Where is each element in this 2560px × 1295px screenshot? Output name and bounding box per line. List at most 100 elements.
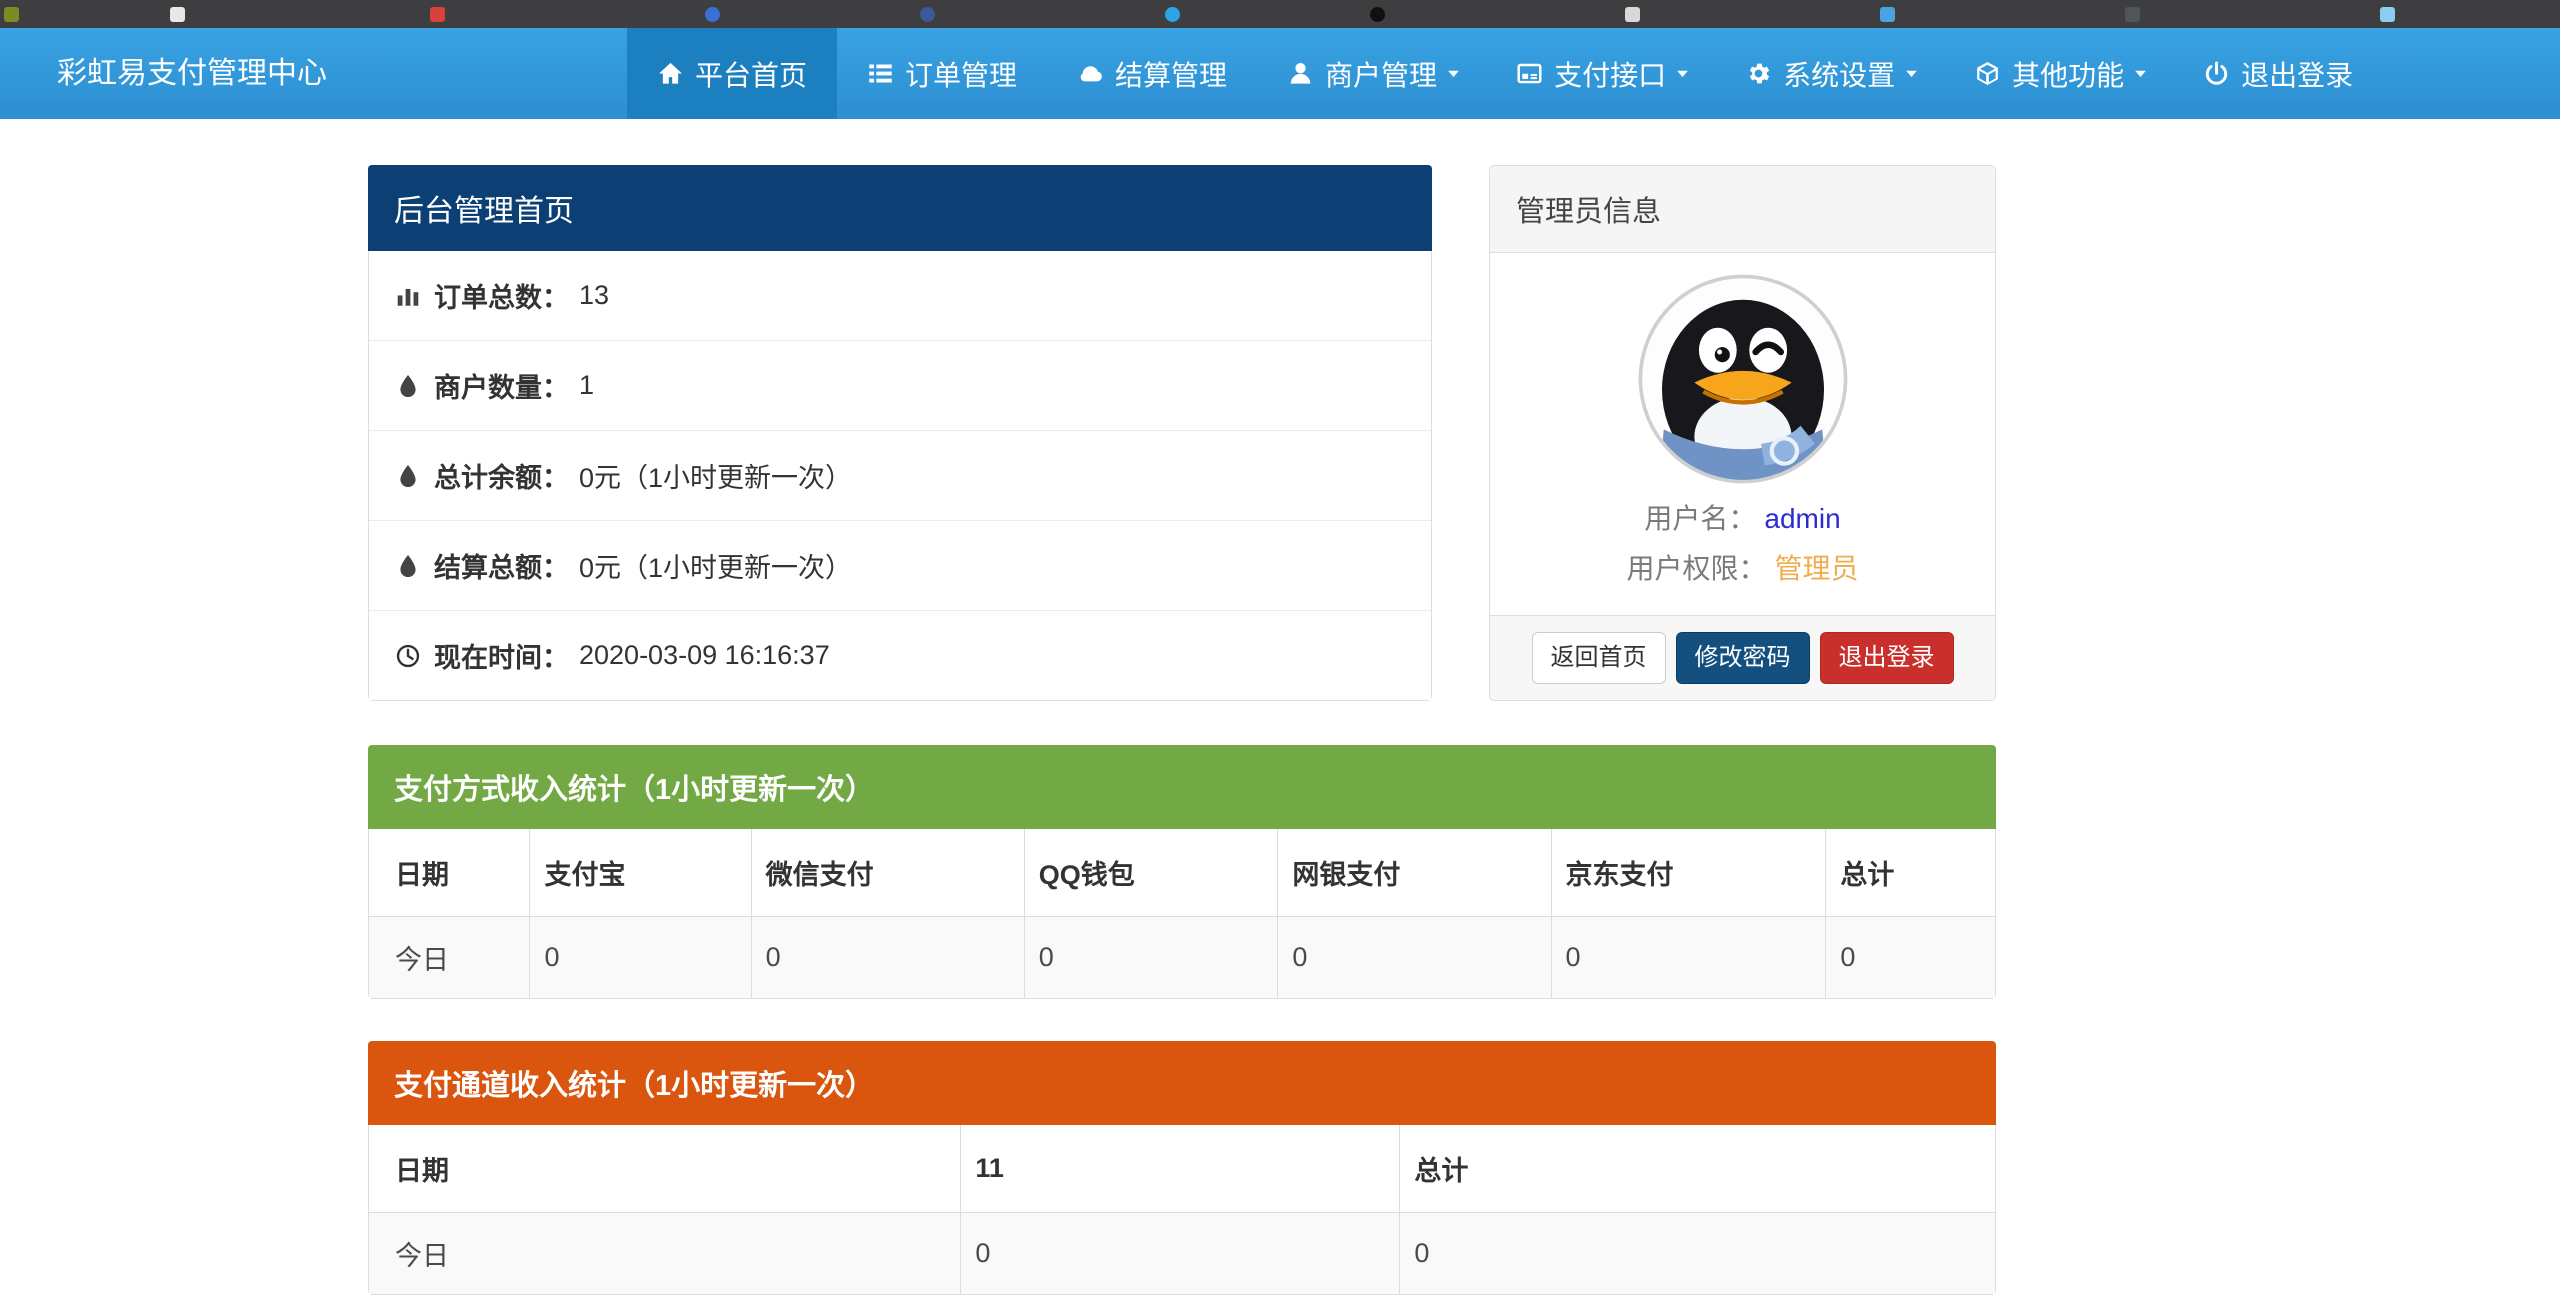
username-row: 用户名： admin (1506, 497, 1979, 537)
stat-row: 总计余额： 0元（1小时更新一次） (369, 430, 1431, 520)
tab-favicon[interactable] (430, 7, 445, 22)
column-header: QQ钱包 (1024, 829, 1278, 917)
role-value: 管理员 (1775, 553, 1859, 584)
column-header: 总计 (1400, 1125, 1995, 1213)
stat-value: 0元（1小时更新一次） (579, 546, 852, 585)
table-header-row: 日期支付宝微信支付QQ钱包网银支付京东支付总计 (369, 829, 1995, 917)
stat-label: 订单总数： (434, 276, 569, 315)
tab-favicon[interactable] (2380, 7, 2395, 22)
power-icon (2203, 60, 2230, 87)
column-header: 京东支付 (1551, 829, 1826, 917)
stat-value: 2020-03-09 16:16:37 (579, 640, 830, 671)
stat-row: 结算总额： 0元（1小时更新一次） (369, 520, 1431, 610)
table-cell: 0 (751, 917, 1024, 999)
brand-title[interactable]: 彩虹易支付管理中心 (57, 28, 327, 119)
nav-item-home[interactable]: 平台首页 (627, 28, 837, 119)
tint-icon (395, 553, 421, 579)
cube-icon (1974, 60, 2001, 87)
nav-item-label: 支付接口 (1554, 54, 1666, 94)
caret-down-icon (2132, 65, 2149, 82)
column-header: 微信支付 (751, 829, 1024, 917)
tab-favicon[interactable] (1370, 7, 1385, 22)
dashboard-panel-title: 后台管理首页 (368, 165, 1432, 251)
column-header: 支付宝 (530, 829, 751, 917)
card-icon (1516, 60, 1543, 87)
stat-label: 总计余额： (434, 456, 569, 495)
nav-item-label: 系统设置 (1783, 54, 1895, 94)
column-header: 日期 (369, 829, 530, 917)
nav-item-label: 商户管理 (1325, 54, 1437, 94)
stat-value: 13 (579, 280, 609, 311)
admin-panel-body: 用户名： admin 用户权限： 管理员 (1490, 253, 1995, 615)
logout-button[interactable]: 退出登录 (1820, 632, 1954, 684)
stat-value: 0元（1小时更新一次） (579, 456, 852, 495)
tab-favicon[interactable] (170, 7, 185, 22)
main-navbar: 彩虹易支付管理中心 平台首页 订单管理 结算管理 商户管理 支付接口 系统设置 其他功能 退出… (0, 28, 2560, 119)
nav-item-gear[interactable]: 系统设置 (1715, 28, 1944, 119)
column-header: 日期 (369, 1125, 961, 1213)
table-cell: 0 (530, 917, 751, 999)
tab-favicon[interactable] (1625, 7, 1640, 22)
table-cell: 0 (1278, 917, 1551, 999)
dashboard-panel: 后台管理首页 订单总数：13商户数量：1总计余额：0元（1小时更新一次）结算总额… (368, 165, 1432, 701)
role-row: 用户权限： 管理员 (1506, 547, 1979, 587)
tint-icon (395, 463, 421, 489)
tab-favicon[interactable] (705, 7, 720, 22)
tint-icon (395, 373, 421, 399)
nav-item-cloud[interactable]: 结算管理 (1047, 28, 1257, 119)
stat-label: 结算总额： (434, 546, 569, 585)
home-icon (657, 60, 684, 87)
payment-method-stats-panel: 支付方式收入统计（1小时更新一次） 日期支付宝微信支付QQ钱包网银支付京东支付总… (368, 745, 1996, 999)
table-row: 今日00 (369, 1213, 1995, 1295)
page-content: 后台管理首页 订单总数：13商户数量：1总计余额：0元（1小时更新一次）结算总额… (368, 119, 1996, 1295)
caret-down-icon (1445, 65, 1462, 82)
caret-down-icon (1903, 65, 1920, 82)
stat-row: 现在时间：2020-03-09 16:16:37 (369, 610, 1431, 700)
table-header-row: 日期11总计 (369, 1125, 1995, 1213)
qq-penguin-avatar (1635, 271, 1851, 487)
nav-item-label: 结算管理 (1115, 54, 1227, 94)
column-header: 网银支付 (1278, 829, 1551, 917)
table-cell: 0 (1024, 917, 1278, 999)
username-link[interactable]: admin (1764, 503, 1840, 534)
table-cell: 0 (1826, 917, 1995, 999)
nav-item-power[interactable]: 退出登录 (2173, 28, 2383, 119)
nav-item-list[interactable]: 订单管理 (837, 28, 1047, 119)
stat-row: 商户数量：1 (369, 340, 1431, 430)
change-password-button[interactable]: 修改密码 (1676, 632, 1810, 684)
tab-favicon[interactable] (1880, 7, 1895, 22)
clock-icon (395, 643, 421, 669)
admin-panel-title: 管理员信息 (1490, 166, 1995, 253)
payment-method-stats-table: 日期支付宝微信支付QQ钱包网银支付京东支付总计今日000000 (369, 829, 1995, 998)
browser-tab-strip (0, 0, 2560, 28)
stats-icon (395, 283, 421, 309)
payment-channel-stats-table: 日期11总计今日00 (369, 1125, 1995, 1294)
gear-icon (1745, 60, 1772, 87)
nav-item-label: 订单管理 (905, 54, 1017, 94)
nav-item-label: 平台首页 (695, 54, 807, 94)
username-label: 用户名： (1644, 503, 1756, 534)
admin-panel-footer: 返回首页修改密码退出登录 (1490, 615, 1995, 700)
list-icon (867, 60, 894, 87)
table-cell: 0 (961, 1213, 1400, 1295)
navbar-menu: 平台首页 订单管理 结算管理 商户管理 支付接口 系统设置 其他功能 退出登录 (627, 28, 2383, 119)
tab-favicon[interactable] (4, 7, 19, 22)
nav-item-label: 退出登录 (2241, 54, 2353, 94)
table-cell: 0 (1551, 917, 1826, 999)
table-cell: 0 (1400, 1213, 1995, 1295)
payment-channel-stats-title: 支付通道收入统计（1小时更新一次） (368, 1041, 1996, 1125)
nav-item-user[interactable]: 商户管理 (1257, 28, 1486, 119)
nav-item-cube[interactable]: 其他功能 (1944, 28, 2173, 119)
nav-item-card[interactable]: 支付接口 (1486, 28, 1715, 119)
dashboard-stats-list: 订单总数： 13 商户数量：1 总计余额： 0元（1小时更新一次） 结算总额： 0元（1小时… (369, 251, 1431, 700)
stat-value: 1 (579, 370, 594, 401)
back-home-button[interactable]: 返回首页 (1532, 632, 1666, 684)
caret-down-icon (1674, 65, 1691, 82)
table-cell: 今日 (369, 1213, 961, 1295)
tab-favicon[interactable] (2125, 7, 2140, 22)
tab-favicon[interactable] (920, 7, 935, 22)
tab-favicon[interactable] (1165, 7, 1180, 22)
admin-info-panel: 管理员信息 (1489, 165, 1996, 701)
column-header: 11 (961, 1125, 1400, 1213)
role-label: 用户权限： (1626, 553, 1766, 584)
